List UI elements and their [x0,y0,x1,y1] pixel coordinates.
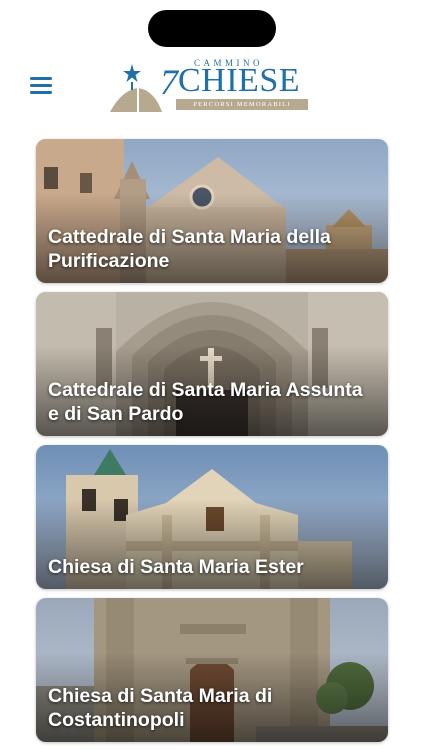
church-title: Cattedrale di Santa Maria della Purifica… [48,226,331,272]
hamburger-menu-icon[interactable] [30,77,52,95]
church-card[interactable]: Chiesa di Santa Maria di Costantinopoli [36,598,388,742]
logo-star-icon [110,64,162,112]
church-title: Chiesa di Santa Maria Ester [48,556,304,578]
logo-number: 7 [160,62,178,102]
church-card[interactable]: Chiesa di Santa Maria Ester [36,445,388,589]
church-title: Chiesa di Santa Maria di Costantinopoli [48,685,273,731]
logo-word: CHIESE [178,62,300,99]
logo-subtitle: PERCORSI MEMORABILI [176,99,308,110]
device-notch [148,10,276,47]
app-header: CAMMINO 7 CHIESE PERCORSI MEMORABILI [0,52,422,122]
church-card[interactable]: Cattedrale di Santa Maria della Purifica… [36,139,388,283]
app-logo: CAMMINO 7 CHIESE PERCORSI MEMORABILI [108,58,318,118]
church-card[interactable]: Cattedrale di Santa Maria Assunta e di S… [36,292,388,436]
church-title: Cattedrale di Santa Maria Assunta e di S… [48,379,363,425]
church-list: Cattedrale di Santa Maria della Purifica… [36,139,388,750]
